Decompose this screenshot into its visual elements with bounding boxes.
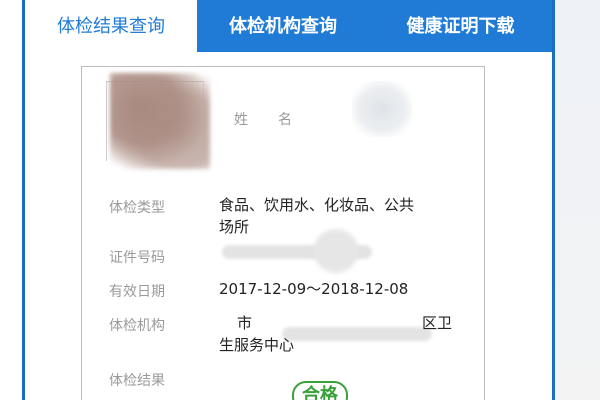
institution-value-start: 市 bbox=[237, 314, 253, 332]
exam-type-value-line2: 场所 bbox=[219, 218, 250, 236]
name-value-redacted bbox=[352, 81, 412, 137]
tab-health-certificate-download[interactable]: 健康证明下载 bbox=[369, 0, 552, 52]
health-certificate-card: 姓名 体检类型 食品、饮用水、化妆品、公共 场所 证件号码 有效日期 2017-… bbox=[81, 66, 485, 400]
tab-bar: 体检结果查询 体检机构查询 健康证明下载 bbox=[25, 0, 552, 52]
exam-type-value-line1: 食品、饮用水、化妆品、公共 bbox=[219, 196, 415, 214]
result-panel: 体检结果查询 体检机构查询 健康证明下载 姓名 体检类型 食品、饮用水、化妆品、… bbox=[22, 0, 555, 400]
result-stamp: 合格 bbox=[292, 381, 348, 400]
health-check-screen: 体检结果查询 体检机构查询 健康证明下载 姓名 体检类型 食品、饮用水、化妆品、… bbox=[0, 0, 600, 400]
validity-label: 有效日期 bbox=[109, 284, 165, 300]
institution-value-line2: 生服务中心 bbox=[219, 336, 295, 354]
id-number-redacted-blot bbox=[314, 229, 358, 273]
photo-redacted bbox=[110, 73, 210, 169]
name-label: 姓名 bbox=[234, 112, 322, 128]
institution-redacted bbox=[282, 327, 432, 341]
id-number-label: 证件号码 bbox=[109, 250, 165, 266]
exam-type-label: 体检类型 bbox=[109, 200, 165, 216]
tab-exam-institution-query[interactable]: 体检机构查询 bbox=[197, 0, 369, 52]
tab-exam-result-query[interactable]: 体检结果查询 bbox=[25, 0, 197, 52]
tab-content: 姓名 体检类型 食品、饮用水、化妆品、公共 场所 证件号码 有效日期 2017-… bbox=[25, 52, 552, 400]
result-label: 体检结果 bbox=[109, 373, 165, 389]
institution-label: 体检机构 bbox=[109, 318, 165, 334]
institution-value-end: 区卫 bbox=[422, 314, 453, 332]
background-page bbox=[555, 0, 600, 400]
validity-value: 2017-12-09～2018-12-08 bbox=[219, 280, 409, 298]
